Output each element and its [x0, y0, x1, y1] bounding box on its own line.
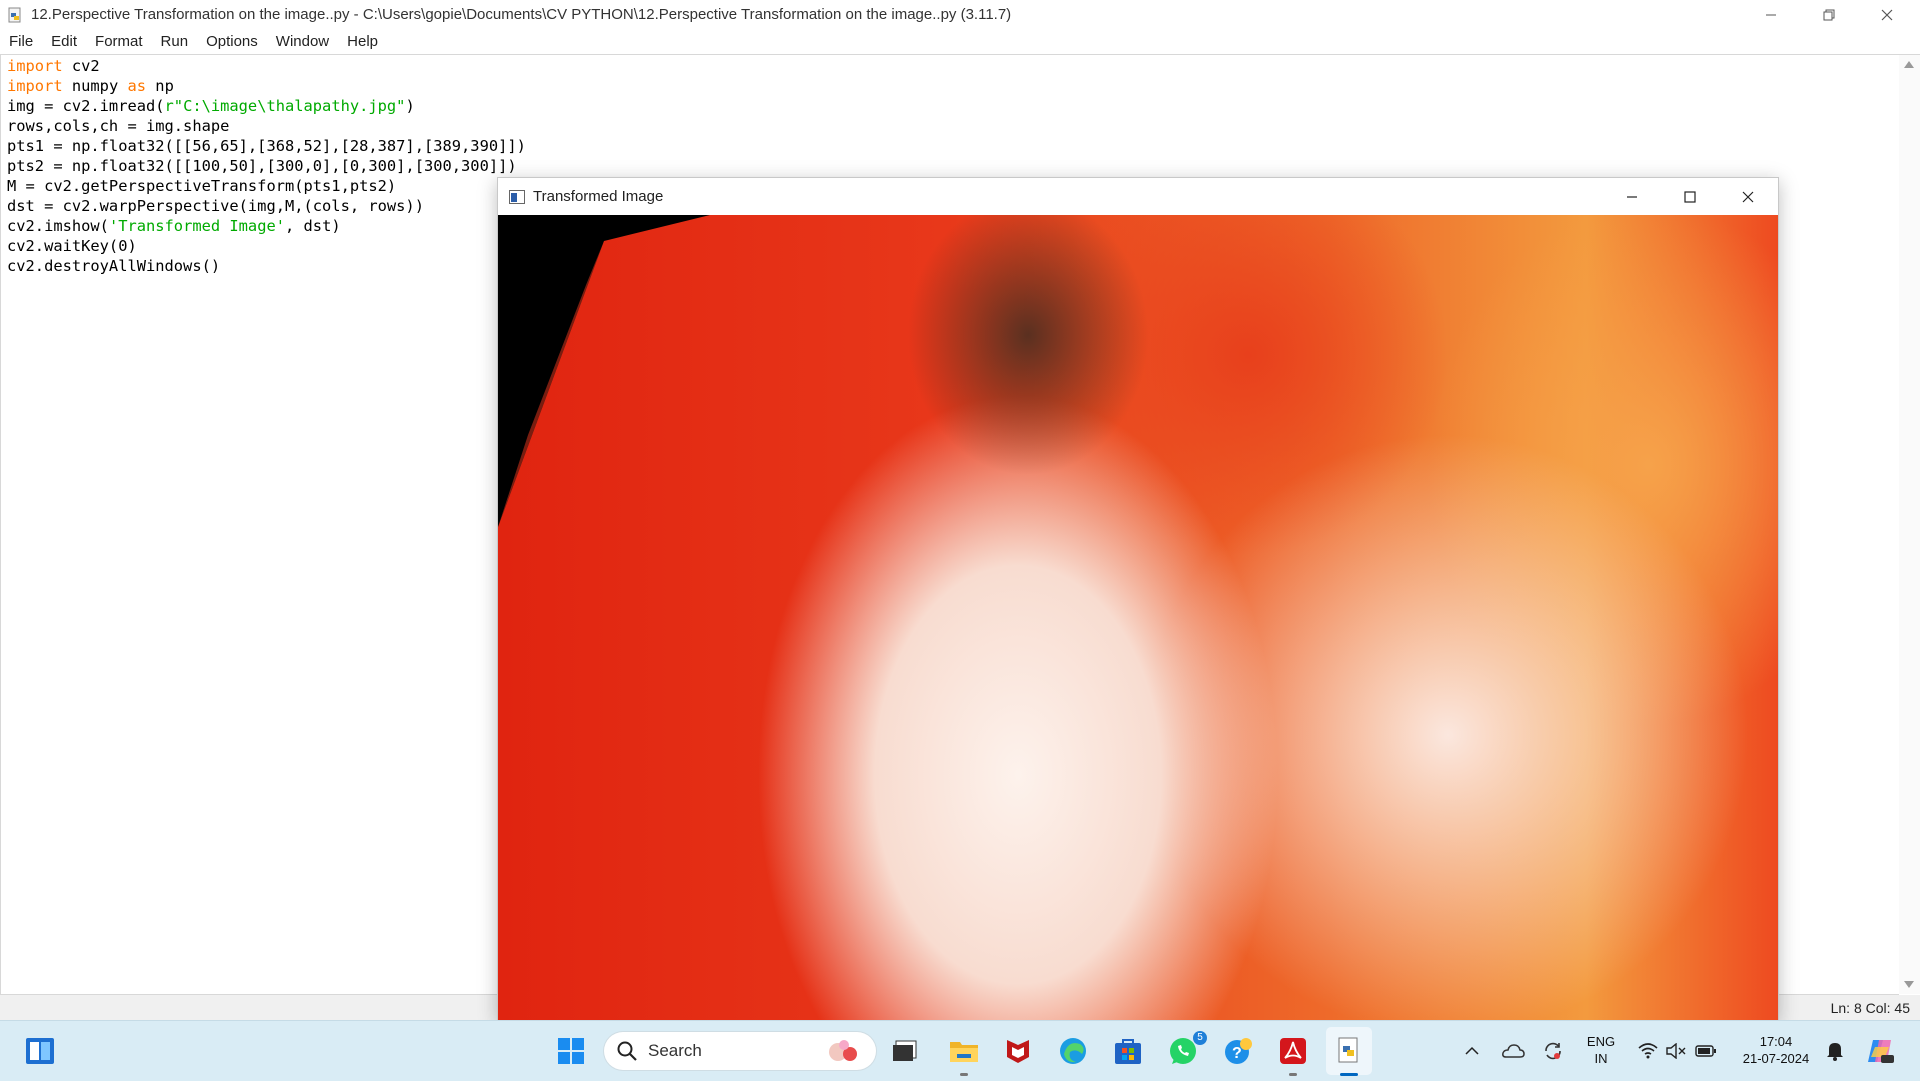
get-help-icon: ? [1225, 1038, 1252, 1064]
cv-close-button[interactable] [1719, 178, 1777, 215]
restore-icon [1823, 9, 1835, 20]
clock[interactable]: 17:04 21-07-2024 [1736, 1033, 1816, 1067]
bell-icon [1827, 1043, 1843, 1061]
menu-window[interactable]: Window [267, 33, 338, 50]
running-indicator [960, 1073, 968, 1076]
window-app-icon [509, 189, 525, 204]
menu-format[interactable]: Format [86, 33, 152, 50]
acrobat-button[interactable] [1273, 1033, 1313, 1069]
whatsapp-button[interactable]: 5 [1163, 1031, 1207, 1069]
python-idle-button[interactable] [1326, 1027, 1372, 1075]
language-code: ENG [1586, 1034, 1616, 1049]
microsoft-store-icon [1115, 1039, 1141, 1064]
close-icon [1881, 9, 1893, 20]
taskbar: Search 5 ? ENG IN 17:04 21-07-2024 [0, 1020, 1920, 1081]
edge-button[interactable] [1053, 1033, 1093, 1069]
cv-minimize-button[interactable] [1603, 178, 1661, 215]
cv-window-title-bar[interactable]: Transformed Image [498, 178, 1778, 215]
transformed-image [498, 215, 1778, 1021]
edge-icon [1060, 1038, 1086, 1064]
onedrive-button[interactable] [1500, 1039, 1526, 1063]
widgets-button[interactable] [20, 1033, 60, 1069]
wifi-button[interactable] [1636, 1039, 1660, 1063]
transformed-image-window[interactable]: Transformed Image [497, 177, 1779, 1022]
mcafee-icon [1007, 1040, 1029, 1063]
warp-black-border [498, 215, 710, 527]
code-line: cv2.destroyAllWindows() [7, 257, 221, 275]
code-line: cv2.waitKey(0) [7, 237, 137, 255]
copilot-icon [1868, 1040, 1894, 1063]
cv-maximize-button[interactable] [1661, 178, 1719, 215]
start-button[interactable] [551, 1033, 591, 1069]
python-idle-icon [1338, 1037, 1358, 1063]
search-icon [617, 1041, 637, 1061]
menu-file[interactable]: File [0, 33, 42, 50]
code-line: img = cv2.imread(r"C:\image\thalapathy.j… [7, 97, 415, 115]
menu-bar: File Edit Format Run Options Window Help [0, 29, 1920, 55]
idle-title-bar[interactable]: 12.Perspective Transformation on the ima… [0, 0, 1920, 29]
minimize-icon [1627, 195, 1637, 198]
widgets-icon [26, 1038, 54, 1064]
active-indicator [1340, 1073, 1358, 1076]
menu-edit[interactable]: Edit [42, 33, 86, 50]
notifications-button[interactable] [1822, 1039, 1848, 1063]
close-icon [1742, 191, 1754, 202]
scroll-down-arrow-icon[interactable] [1904, 981, 1914, 988]
cv-window-title: Transformed Image [533, 188, 664, 205]
clock-time: 17:04 [1759, 1034, 1793, 1049]
sync-button[interactable] [1540, 1039, 1566, 1063]
microsoft-store-button[interactable] [1108, 1033, 1148, 1069]
menu-run[interactable]: Run [152, 33, 198, 50]
running-indicator [1289, 1073, 1297, 1076]
search-label: Search [648, 1041, 702, 1060]
file-explorer-button[interactable] [944, 1033, 984, 1069]
language-indicator[interactable]: ENG IN [1580, 1033, 1622, 1067]
task-view-button[interactable] [885, 1033, 925, 1069]
search-highlight-icon [829, 1040, 857, 1061]
clock-date: 21-07-2024 [1742, 1051, 1810, 1066]
code-line: import numpy as np [7, 77, 174, 95]
restore-button[interactable] [1800, 0, 1858, 29]
copilot-button[interactable] [1862, 1035, 1898, 1067]
battery-button[interactable] [1694, 1039, 1718, 1063]
taskbar-search-box[interactable]: Search [604, 1032, 876, 1070]
svg-text:?: ? [1232, 1045, 1242, 1062]
show-hidden-icons-button[interactable] [1460, 1039, 1484, 1063]
start-icon [558, 1038, 584, 1064]
acrobat-icon [1280, 1038, 1306, 1064]
file-explorer-icon [950, 1042, 978, 1062]
get-help-button[interactable]: ? [1218, 1033, 1258, 1069]
code-line: pts2 = np.float32([[100,50],[300,0],[0,3… [7, 157, 517, 175]
cursor-position: Ln: 8 Col: 45 [1830, 1000, 1910, 1016]
task-view-icon [893, 1040, 917, 1061]
code-line: pts1 = np.float32([[56,65],[368,52],[28,… [7, 137, 526, 155]
menu-options[interactable]: Options [197, 33, 267, 50]
code-line: import cv2 [7, 57, 100, 75]
minimize-button[interactable] [1742, 0, 1800, 29]
wifi-icon [1638, 1043, 1658, 1059]
maximize-icon [1684, 190, 1696, 203]
code-text[interactable]: import cv2 import numpy as np img = cv2.… [7, 56, 526, 276]
whatsapp-badge: 5 [1193, 1031, 1207, 1045]
menu-help[interactable]: Help [338, 33, 387, 50]
scroll-up-arrow-icon[interactable] [1904, 61, 1914, 68]
code-line: rows,cols,ch = img.shape [7, 117, 230, 135]
battery-icon [1695, 1045, 1716, 1057]
code-line: dst = cv2.warpPerspective(img,M,(cols, r… [7, 197, 424, 215]
volume-muted-icon [1666, 1043, 1686, 1059]
minimize-icon [1766, 14, 1776, 15]
sync-icon [1545, 1042, 1561, 1060]
volume-button[interactable] [1664, 1039, 1688, 1063]
chevron-up-icon [1465, 1046, 1479, 1055]
region-code: IN [1594, 1051, 1608, 1066]
code-line: cv2.imshow('Transformed Image', dst) [7, 217, 341, 235]
window-title: 12.Perspective Transformation on the ima… [31, 6, 1012, 23]
close-button[interactable] [1858, 0, 1916, 29]
vertical-scrollbar[interactable] [1899, 55, 1920, 994]
cloud-icon [1502, 1044, 1525, 1058]
code-line: M = cv2.getPerspectiveTransform(pts1,pts… [7, 177, 397, 195]
python-file-icon [8, 7, 21, 22]
mcafee-button[interactable] [998, 1033, 1038, 1069]
